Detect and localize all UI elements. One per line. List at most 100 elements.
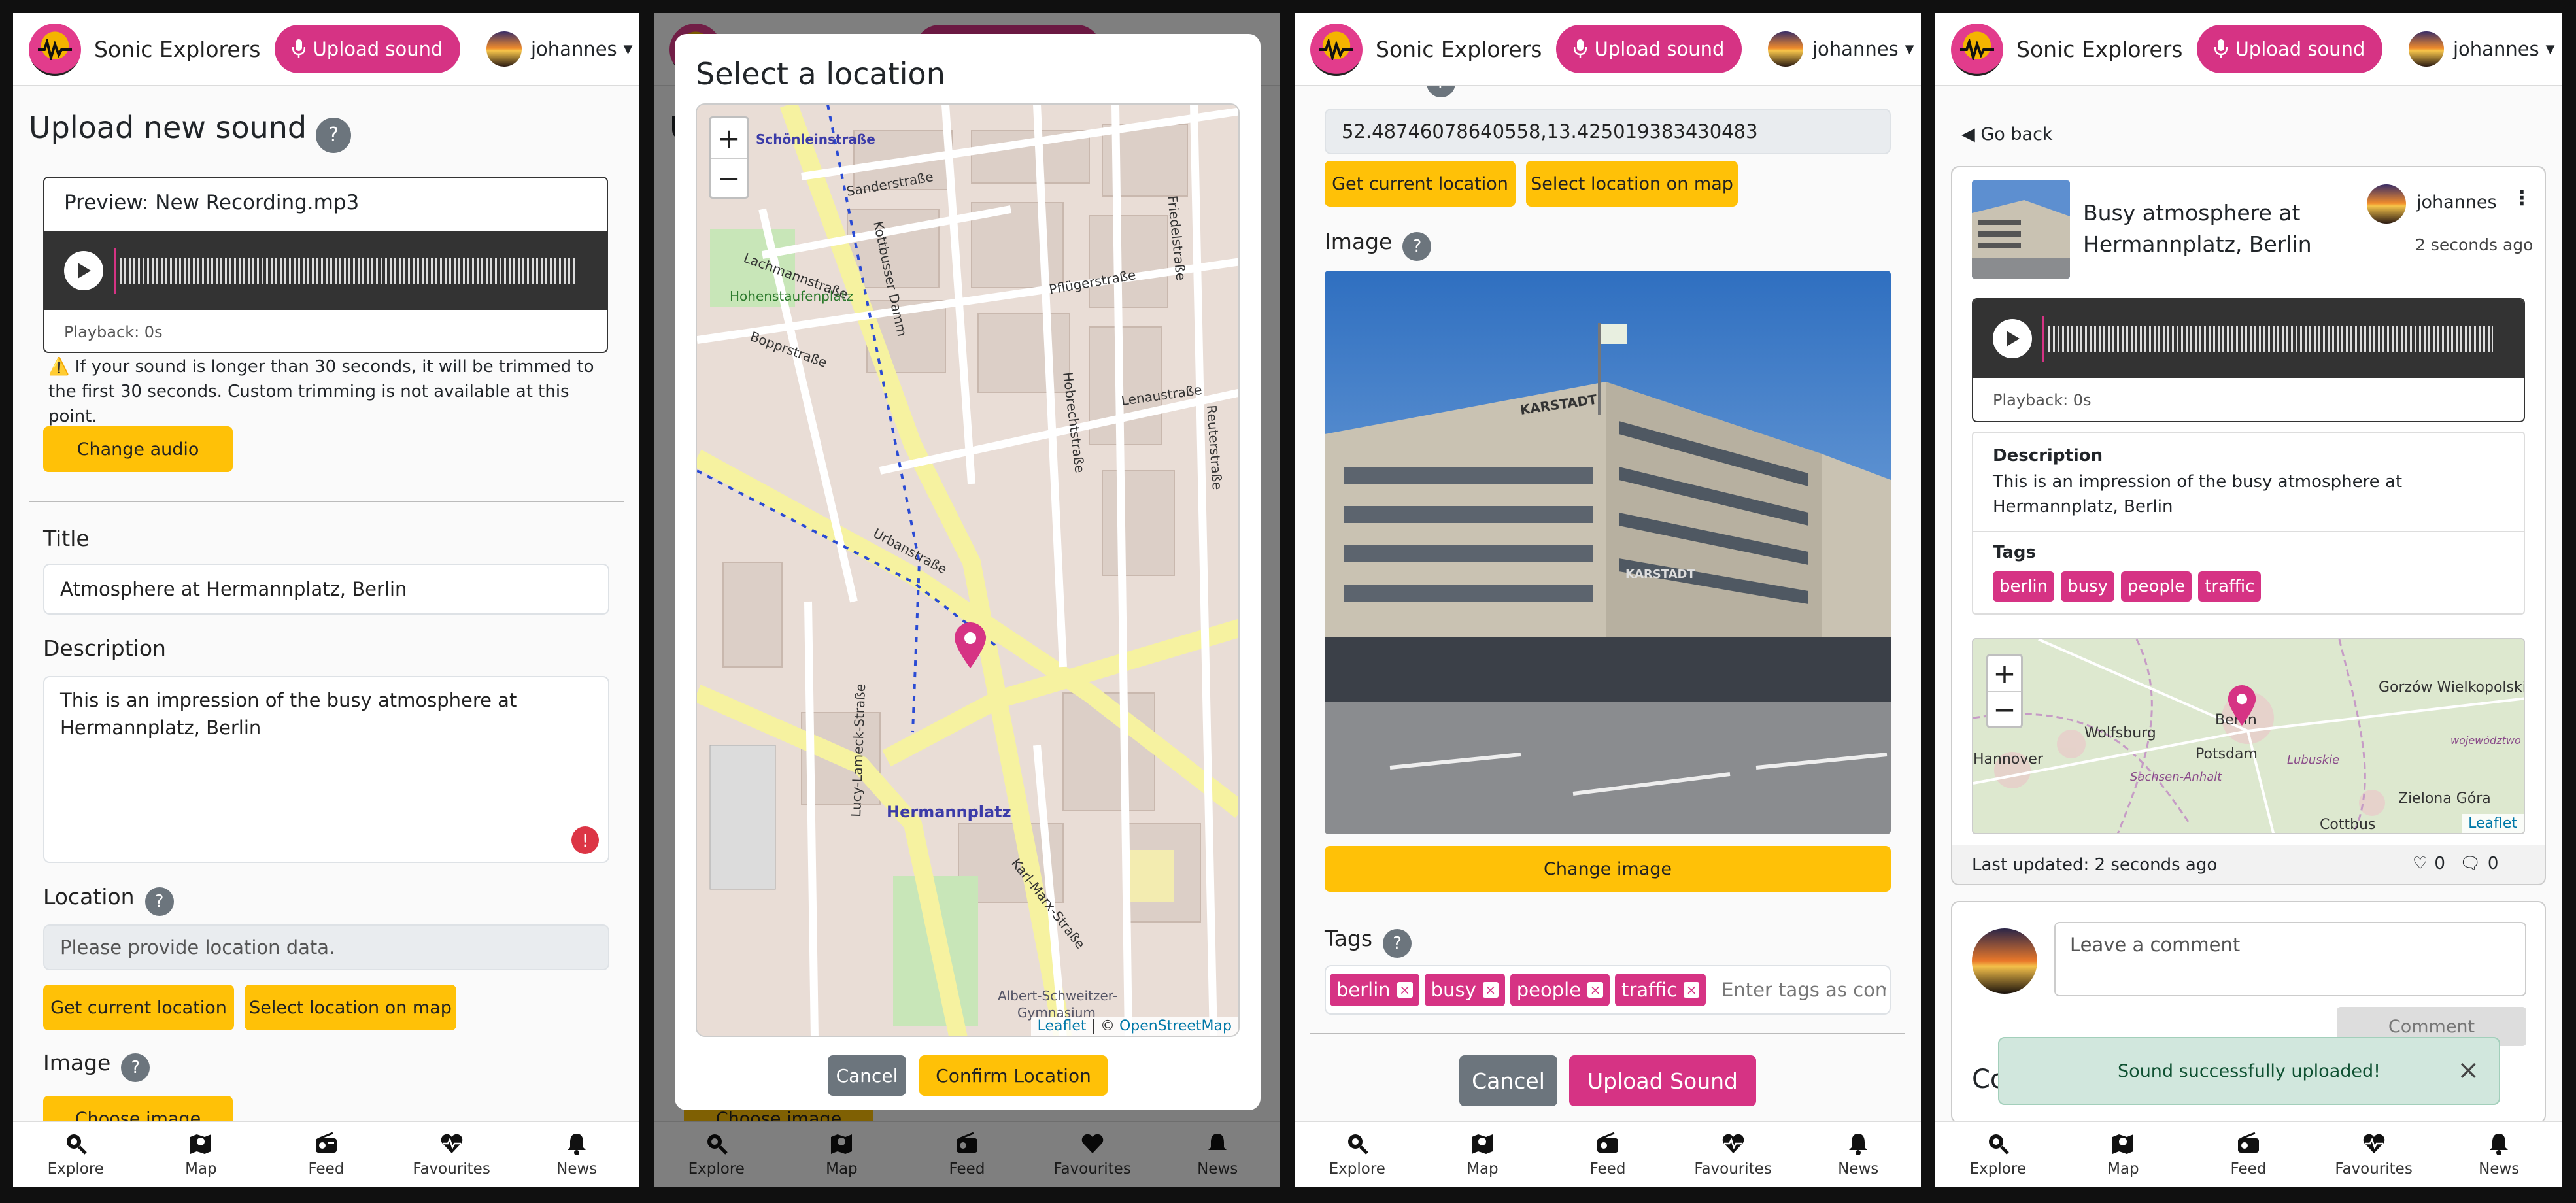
tag-chip[interactable]: people bbox=[2121, 571, 2192, 602]
nav-feed[interactable]: Feed bbox=[1559, 1132, 1657, 1178]
upload-sound-button[interactable]: Upload sound bbox=[1556, 25, 1742, 73]
map-label: województwo wielkopolskie bbox=[2450, 734, 2525, 747]
svg-text:Schönleinstraße: Schönleinstraße bbox=[756, 131, 875, 147]
map-label: Potsdam bbox=[2195, 746, 2258, 762]
location-input[interactable]: 52.48746078640558,13.425019383430483 bbox=[1325, 109, 1891, 154]
nav-feed[interactable]: Feed bbox=[2199, 1132, 2297, 1178]
help-icon[interactable]: ? bbox=[121, 1053, 150, 1082]
play-button[interactable] bbox=[1993, 319, 2032, 358]
nav-explore[interactable]: Explore bbox=[27, 1132, 125, 1178]
brand-logo-icon[interactable] bbox=[1951, 24, 2003, 76]
description-textarea[interactable]: This is an impression of the busy atmosp… bbox=[43, 676, 609, 863]
success-toast: Sound successfully uploaded! × bbox=[1998, 1037, 2500, 1105]
help-icon[interactable]: ? bbox=[1383, 928, 1412, 958]
sound-location-map[interactable]: Berlin Wolfsburg Potsdam Hannover Cottbu… bbox=[1972, 638, 2525, 834]
description-text: This is an impression of the busy atmosp… bbox=[60, 689, 517, 739]
nav-news[interactable]: News bbox=[1809, 1132, 1907, 1178]
map-attribution[interactable]: Leaflet bbox=[2462, 814, 2524, 833]
help-icon[interactable]: ? bbox=[1402, 231, 1432, 261]
svg-text:Albert-Schweitzer-: Albert-Schweitzer- bbox=[998, 988, 1117, 1004]
tag-chip[interactable]: busy bbox=[2061, 571, 2115, 602]
author-avatar[interactable] bbox=[2367, 184, 2406, 224]
zoom-out-button[interactable]: − bbox=[1988, 691, 2021, 726]
zoom-in-button[interactable]: + bbox=[711, 118, 747, 158]
heart-icon[interactable]: ♡ bbox=[2413, 854, 2428, 873]
waveform[interactable] bbox=[1973, 299, 2524, 378]
comment-textarea[interactable]: Leave a comment bbox=[2054, 922, 2526, 996]
description-label: Description bbox=[43, 635, 166, 661]
confirm-location-button[interactable]: Confirm Location bbox=[919, 1055, 1108, 1096]
change-audio-button[interactable]: Change audio bbox=[43, 426, 233, 472]
brand-name[interactable]: Sonic Explorers bbox=[94, 37, 260, 62]
map-label: Gorzów Wielkopolski bbox=[2379, 679, 2525, 696]
description-text: This is an impression of the busy atmosp… bbox=[1993, 472, 2403, 517]
comment-icon[interactable]: 🗨 bbox=[2460, 854, 2481, 873]
svg-text:Hohenstaufenplatz: Hohenstaufenplatz bbox=[730, 288, 853, 304]
upload-sound-button[interactable]: Upload sound bbox=[275, 25, 460, 73]
more-options-icon[interactable]: ⋮ bbox=[2512, 187, 2532, 210]
nav-map[interactable]: Map bbox=[152, 1132, 250, 1178]
get-current-location-button[interactable]: Get current location bbox=[1325, 161, 1516, 207]
remove-tag-icon[interactable]: × bbox=[1482, 982, 1499, 998]
nav-feed[interactable]: Feed bbox=[277, 1132, 375, 1178]
zoom-in-button[interactable]: + bbox=[1988, 656, 2021, 691]
brand-logo-icon[interactable] bbox=[29, 24, 81, 76]
select-location-on-map-button[interactable]: Select location on map bbox=[1526, 161, 1738, 207]
like-count: 0 bbox=[2434, 854, 2445, 873]
nav-favourites[interactable]: Favourites bbox=[1684, 1132, 1782, 1178]
brand-logo-icon[interactable] bbox=[1310, 24, 1363, 76]
remove-tag-icon[interactable]: × bbox=[1397, 982, 1413, 998]
zoom-out-button[interactable]: − bbox=[711, 158, 747, 197]
location-map[interactable]: Urbanstraße Karl-Marx-Straße Kottbusser … bbox=[696, 103, 1240, 1037]
select-location-on-map-button[interactable]: Select location on map bbox=[245, 985, 456, 1030]
caret-down-icon: ▼ bbox=[623, 42, 633, 56]
nav-explore[interactable]: Explore bbox=[1308, 1132, 1406, 1178]
cancel-button[interactable]: Cancel bbox=[828, 1055, 906, 1096]
tag-chip[interactable]: berlin bbox=[1993, 571, 2055, 602]
upload-sound-button[interactable]: Upload sound bbox=[2197, 25, 2382, 73]
chevron-left-icon: ◀ bbox=[1961, 124, 1981, 144]
remove-tag-icon[interactable]: × bbox=[1684, 982, 1700, 998]
screen-select-location: Upload sound U Choose image Explore Map … bbox=[654, 13, 1280, 1187]
get-current-location-button[interactable]: Get current location bbox=[43, 985, 234, 1030]
user-menu[interactable]: johannes ▼ bbox=[2409, 31, 2555, 67]
details-panel: Description This is an impression of the… bbox=[1972, 432, 2525, 615]
location-pin-icon[interactable] bbox=[2227, 684, 2257, 727]
change-image-button[interactable]: Change image bbox=[1325, 846, 1891, 892]
playback-time: Playback: 0s bbox=[64, 323, 163, 341]
remove-tag-icon[interactable]: × bbox=[1587, 982, 1604, 998]
bell-icon bbox=[568, 1134, 586, 1155]
waveform[interactable] bbox=[44, 231, 607, 310]
location-pin-icon[interactable] bbox=[953, 621, 987, 669]
tags-heading: Tags? bbox=[1325, 926, 1412, 958]
tags-input[interactable]: berlin × busy × people × traffic × Enter tag… bbox=[1325, 965, 1891, 1015]
error-icon: ! bbox=[571, 826, 599, 854]
play-button[interactable] bbox=[64, 251, 103, 290]
map-label: Zielona Góra bbox=[2398, 790, 2491, 807]
help-icon[interactable]: ? bbox=[316, 117, 352, 153]
help-icon[interactable]: ? bbox=[144, 887, 174, 916]
nav-news[interactable]: News bbox=[2450, 1132, 2548, 1178]
user-menu[interactable]: johannes ▼ bbox=[1768, 31, 1914, 67]
nav-news[interactable]: News bbox=[528, 1132, 626, 1178]
tag-chip[interactable]: traffic bbox=[2198, 571, 2262, 602]
divider bbox=[29, 501, 624, 502]
tags-placeholder: Enter tags as comma bbox=[1721, 979, 1886, 1001]
user-name: johannes bbox=[2453, 38, 2539, 60]
location-input[interactable]: Please provide location data. bbox=[43, 924, 609, 970]
upload-sound-submit-button[interactable]: Upload Sound bbox=[1569, 1055, 1756, 1106]
brand-name[interactable]: Sonic Explorers bbox=[2016, 37, 2182, 62]
nav-map[interactable]: Map bbox=[2074, 1132, 2172, 1178]
tag-chip: people × bbox=[1510, 974, 1610, 1006]
brand-name[interactable]: Sonic Explorers bbox=[1376, 37, 1542, 62]
author-name[interactable]: johannes bbox=[2416, 192, 2497, 212]
go-back-link[interactable]: ◀ Go back bbox=[1961, 124, 2053, 144]
user-menu[interactable]: johannes ▼ bbox=[486, 31, 633, 67]
title-input[interactable]: Atmosphere at Hermannplatz, Berlin bbox=[43, 564, 609, 615]
close-icon[interactable]: × bbox=[2457, 1055, 2479, 1085]
nav-favourites[interactable]: Favourites bbox=[403, 1132, 501, 1178]
nav-map[interactable]: Map bbox=[1433, 1132, 1531, 1178]
nav-favourites[interactable]: Favourites bbox=[2325, 1132, 2423, 1178]
cancel-button[interactable]: Cancel bbox=[1459, 1055, 1557, 1106]
nav-explore[interactable]: Explore bbox=[1949, 1132, 2047, 1178]
